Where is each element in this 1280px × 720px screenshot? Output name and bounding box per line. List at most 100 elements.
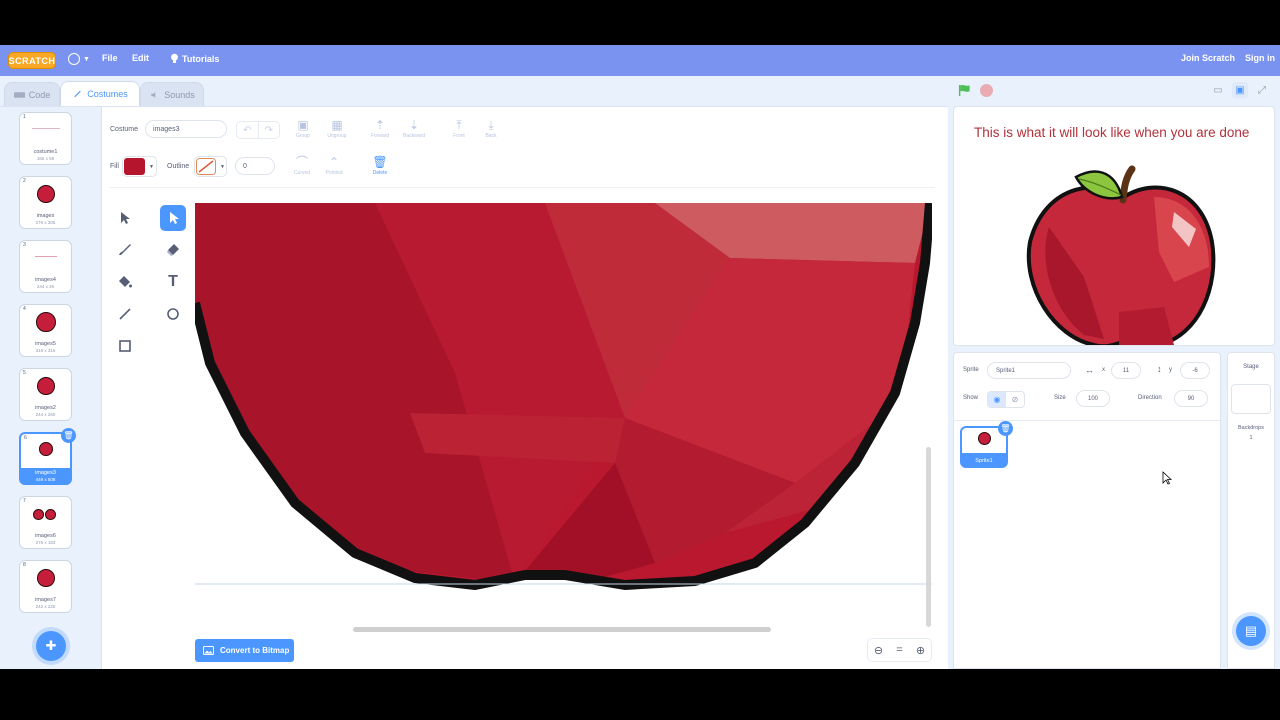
text-tool[interactable]: T — [160, 269, 186, 295]
costume-list: 1 costume1 165 x 59 2 images 276 x 305 3… — [0, 107, 102, 669]
back-icon: ⤓ — [488, 118, 494, 132]
undo-icon[interactable]: ↶ — [237, 122, 259, 138]
scratch-editor: SCRATCH ▼ File Edit Tutorials Join Scrat… — [0, 45, 1280, 669]
vertical-scrollbar[interactable] — [926, 447, 931, 627]
stage-header: ▭ ▣ ⤢ — [950, 76, 1280, 106]
tab-sounds-label: Sounds — [164, 89, 195, 100]
y-input[interactable]: -6 — [1180, 362, 1210, 379]
group-button[interactable]: ▣ Group — [288, 119, 318, 139]
costume-tile[interactable]: 2 images 276 x 305 — [19, 176, 72, 229]
tab-costumes[interactable]: Costumes — [60, 81, 140, 106]
costume-name: images — [36, 213, 55, 219]
fullscreen-icon[interactable]: ⤢ — [1254, 82, 1270, 98]
chevron-down-icon: ▼ — [220, 163, 225, 170]
costume-tile[interactable]: 7 images6 275 x 183 — [19, 496, 72, 549]
costume-number: 4 — [23, 306, 26, 312]
large-stage-icon[interactable]: ▣ — [1232, 82, 1248, 98]
choose-costume-button[interactable]: ✚ — [36, 631, 66, 661]
scratch-logo[interactable]: SCRATCH — [8, 52, 56, 69]
file-menu[interactable]: File — [102, 53, 118, 63]
language-menu[interactable]: ▼ — [68, 53, 90, 65]
eraser-tool[interactable] — [160, 237, 186, 263]
front-icon: ⤒ — [456, 118, 462, 132]
costume-number: 2 — [23, 178, 26, 184]
sprite-info-panel: Sprite Sprite1 ↔ x 11 ↕ y -6 Show ◉ ⊘ Si… — [953, 352, 1221, 669]
costume-size: 165 x 59 — [36, 156, 55, 161]
fill-color-picker[interactable]: ▼ — [122, 156, 157, 177]
apple-thumbnail — [37, 377, 55, 395]
delete-button[interactable]: 🗑 Delete — [365, 156, 395, 176]
forward-button[interactable]: ⇡ Forward — [365, 119, 395, 139]
tutorials-label: Tutorials — [182, 53, 220, 64]
costume-name-input[interactable]: images3 — [145, 120, 227, 138]
stop-icon[interactable] — [980, 84, 993, 97]
curved-button[interactable]: ⌒ Curved — [287, 156, 317, 176]
chevron-down-icon: ▼ — [149, 163, 154, 170]
forward-icon: ⇡ — [374, 118, 386, 132]
costume-number: 7 — [23, 498, 26, 504]
back-button[interactable]: ⤓ Back — [476, 119, 506, 139]
eye-icon[interactable]: ◉ — [988, 392, 1006, 407]
tab-sounds[interactable]: Sounds — [140, 82, 204, 106]
apple-thumbnail — [39, 442, 53, 456]
sprite-tile-selected[interactable]: Sprite1 🗑 — [960, 421, 1013, 468]
backward-icon: ⇣ — [408, 118, 420, 132]
costume-size: 275 x 183 — [35, 540, 56, 545]
outline-color-picker[interactable]: ▼ — [194, 156, 227, 177]
zoom-in-icon[interactable]: ⊕ — [910, 639, 931, 661]
green-flag-icon[interactable] — [958, 84, 971, 97]
circle-tool[interactable] — [160, 301, 186, 327]
join-scratch-link[interactable]: Join Scratch — [1181, 53, 1235, 63]
x-input[interactable]: 11 — [1111, 362, 1141, 379]
backward-button[interactable]: ⇣ Backward — [399, 119, 429, 139]
select-tool[interactable] — [112, 205, 138, 231]
zoom-reset-icon[interactable]: = — [889, 639, 910, 661]
stage-selector-pane[interactable]: Stage Backdrops 1 ▤ — [1227, 352, 1275, 669]
menu-bar: SCRATCH ▼ File Edit Tutorials Join Scrat… — [0, 45, 1280, 76]
outline-width-input[interactable]: 0 — [235, 157, 275, 175]
costume-tile-selected[interactable]: 6 images3 449 x 508 🗑 — [19, 428, 76, 485]
costume-tile[interactable]: 5 images2 244 x 260 — [19, 368, 72, 421]
stage[interactable]: This is what it will look like when you … — [953, 106, 1275, 346]
front-button[interactable]: ⤒ Front — [444, 119, 474, 139]
line-tool[interactable] — [112, 301, 138, 327]
tab-code[interactable]: Code — [4, 82, 60, 106]
pointed-button[interactable]: ⌃ Pointed — [319, 156, 349, 176]
no-outline-icon — [196, 158, 216, 175]
chevron-down-icon: ▼ — [83, 55, 90, 63]
small-stage-icon[interactable]: ▭ — [1210, 82, 1226, 98]
horizontal-scrollbar[interactable] — [353, 627, 771, 632]
trash-icon[interactable]: 🗑 — [998, 421, 1013, 436]
apple-thumbnail — [45, 509, 56, 520]
trash-icon[interactable]: 🗑 — [61, 428, 76, 443]
ungroup-icon: ▦ — [331, 118, 343, 132]
edit-menu[interactable]: Edit — [132, 53, 149, 63]
costume-tile[interactable]: 3 images4 244 x 26 — [19, 240, 72, 293]
sprite-label: Sprite — [963, 367, 979, 373]
ungroup-button[interactable]: ▦ Ungroup — [322, 119, 352, 139]
costume-number: 3 — [23, 242, 26, 248]
choose-backdrop-button[interactable]: ▤ — [1236, 616, 1266, 646]
sign-in-link[interactable]: Sign in — [1245, 53, 1275, 63]
rectangle-tool[interactable] — [112, 333, 138, 359]
costume-name-label: Costume — [110, 126, 139, 133]
costume-tile[interactable]: 8 images7 242 x 225 — [19, 560, 72, 613]
costume-tile[interactable]: 1 costume1 165 x 59 — [19, 112, 72, 165]
costume-number: 6 — [24, 435, 27, 441]
show-toggle: ◉ ⊘ — [987, 391, 1025, 408]
paint-canvas[interactable] — [195, 203, 932, 633]
fill-swatch — [124, 158, 145, 175]
sprite-name-input[interactable]: Sprite1 — [987, 362, 1071, 379]
zoom-out-icon[interactable]: ⊖ — [868, 639, 889, 661]
brush-tool[interactable] — [112, 237, 138, 263]
size-input[interactable]: 100 — [1076, 390, 1110, 407]
fill-tool[interactable] — [112, 269, 138, 295]
eye-off-icon[interactable]: ⊘ — [1006, 392, 1024, 407]
redo-icon[interactable]: ↷ — [259, 122, 280, 138]
convert-to-bitmap-button[interactable]: Convert to Bitmap — [195, 639, 294, 662]
reshape-tool[interactable] — [160, 205, 186, 231]
sprite-properties: Sprite Sprite1 ↔ x 11 ↕ y -6 Show ◉ ⊘ Si… — [954, 353, 1220, 421]
costume-tile[interactable]: 4 images5 316 x 316 — [19, 304, 72, 357]
direction-input[interactable]: 90 — [1174, 390, 1208, 407]
tutorials-menu[interactable]: Tutorials — [170, 53, 219, 64]
